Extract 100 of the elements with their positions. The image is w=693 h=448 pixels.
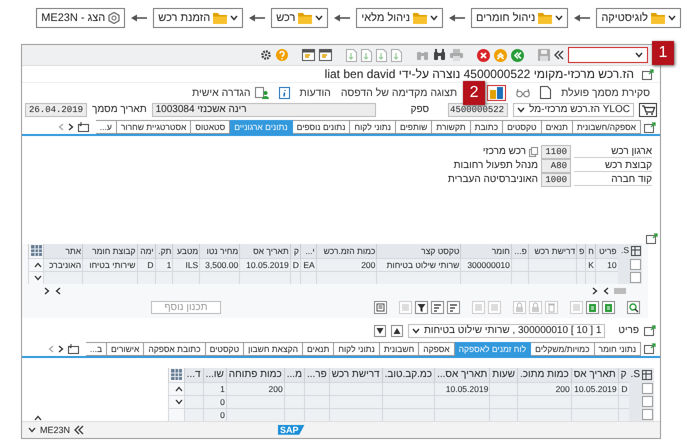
export-icon[interactable]	[586, 300, 599, 314]
tab-list-icon[interactable]	[68, 344, 79, 354]
sort-icon[interactable]	[447, 300, 460, 314]
row-selector[interactable]	[642, 396, 653, 408]
filter-icon[interactable]	[415, 300, 428, 314]
toolbar-button[interactable]: תצוגה מקדימה של הדפסה	[340, 86, 458, 99]
tab[interactable]: הקצאת חשבון	[244, 342, 304, 356]
column-header[interactable]: כמ.קב.טוב.	[382, 368, 435, 382]
column-header[interactable]: מ...	[284, 368, 304, 382]
shopping-cart-icon[interactable]	[639, 102, 657, 117]
expand-icon[interactable]	[644, 122, 656, 133]
tab[interactable]: אספקה/חשבונית	[572, 120, 641, 134]
row-selector[interactable]	[642, 408, 653, 420]
expand-icon[interactable]	[646, 232, 658, 244]
chevron-down-icon[interactable]	[28, 426, 36, 433]
tab[interactable]: כמויות/משקלים	[531, 342, 595, 356]
column-header[interactable]: ח	[586, 244, 596, 258]
tab[interactable]: חשבונית	[380, 342, 420, 356]
binoculars-icon[interactable]	[433, 49, 446, 62]
breadcrumb-item[interactable]: הזמנת רכש	[153, 8, 244, 28]
column-header[interactable]: פר...	[304, 368, 330, 382]
back-icon[interactable]	[511, 48, 524, 62]
export-icon[interactable]	[602, 300, 615, 314]
table-settings-icon[interactable]	[170, 369, 182, 380]
settings-icon[interactable]	[260, 49, 272, 62]
chevron-right-icon[interactable]	[58, 344, 64, 353]
column-header[interactable]: פ	[576, 244, 586, 258]
column-header[interactable]: ק	[290, 244, 300, 258]
date-field[interactable]: 26.04.2019	[25, 102, 88, 117]
toolbar-button[interactable]: סקירת מסמך פועלת	[561, 86, 650, 99]
tab[interactable]: אספקה	[419, 342, 455, 356]
column-icon[interactable]	[642, 370, 652, 380]
value-field[interactable]: 1100	[541, 144, 571, 159]
command-field[interactable]	[568, 47, 648, 64]
document-number-field[interactable]: 4500000522	[448, 102, 508, 117]
tab[interactable]: נתוני לקוח	[350, 120, 396, 134]
column-header[interactable]: מטבע	[172, 244, 200, 258]
column-header[interactable]: דרישת רכש	[528, 244, 577, 258]
chevron-right-icon[interactable]	[592, 286, 598, 295]
item-dropdown[interactable]: 1 [ 10 ] 300000010 , שרותי שילוט בטיחות	[408, 324, 606, 338]
double-chevron-icon[interactable]	[554, 50, 564, 60]
column-header[interactable]: קבוצת חומר	[82, 244, 137, 258]
tab[interactable]: שותפים	[396, 120, 432, 134]
chevron-down-icon[interactable]	[174, 398, 183, 405]
chevron-left-icon[interactable]	[55, 286, 61, 295]
value-field[interactable]: 1000	[541, 172, 571, 187]
tab[interactable]: אישורים	[107, 342, 144, 356]
chevron-up-icon[interactable]	[174, 386, 183, 392]
chevron-up-icon[interactable]	[34, 414, 42, 421]
breadcrumb-item[interactable]: ניהול חומרים	[471, 8, 568, 28]
double-chevron-icon[interactable]	[74, 424, 84, 435]
window-icon[interactable]	[302, 49, 315, 62]
magnifier-icon[interactable]	[627, 300, 640, 314]
triangle-down-icon[interactable]	[374, 324, 386, 337]
tab[interactable]: תקשורת	[432, 120, 471, 134]
chevron-left-icon[interactable]	[603, 286, 609, 295]
column-header[interactable]: כמות פתוחה	[226, 368, 284, 382]
toolbar-button[interactable]: הודעות	[300, 86, 331, 99]
column-header[interactable]: כמות הזמ.רכש	[316, 244, 377, 258]
scrollbar-icon[interactable]	[614, 288, 626, 294]
expand-icon[interactable]	[644, 325, 656, 336]
column-header[interactable]: כמות מתוכ.	[517, 368, 572, 382]
window-icon[interactable]	[319, 49, 332, 62]
chevron-right-icon[interactable]	[44, 286, 50, 295]
tab[interactable]: טקסטים	[206, 342, 244, 356]
column-header[interactable]: ק	[618, 368, 629, 382]
tab[interactable]: נתוני חומר	[594, 342, 641, 356]
glasses-icon[interactable]	[516, 88, 530, 98]
column-header[interactable]: פ...	[511, 244, 528, 258]
column-header[interactable]: ימה	[137, 244, 156, 258]
tab[interactable]: ב...	[86, 342, 108, 356]
tab[interactable]: כתובת	[470, 120, 504, 134]
column-header[interactable]: דרישת רכש	[329, 368, 382, 382]
column-header[interactable]: תאריך אס	[240, 244, 290, 258]
column-header[interactable]: שעות	[490, 368, 518, 382]
table-settings-icon[interactable]	[31, 245, 42, 256]
tab[interactable]: תנאים	[542, 120, 573, 134]
value-field[interactable]: A80	[541, 158, 571, 173]
tab[interactable]: כתובת אספקה	[144, 342, 206, 356]
tab[interactable]: נתונים נוספים	[292, 120, 350, 134]
column-header[interactable]: ד...	[184, 368, 204, 382]
chevron-down-icon[interactable]	[34, 274, 42, 281]
breadcrumb-item[interactable]: רכש	[271, 8, 328, 28]
tab[interactable]: ע...	[96, 120, 117, 134]
column-icon[interactable]	[631, 246, 641, 256]
vendor-field[interactable]: 1003084 רינה אשכנזי	[152, 102, 376, 117]
tab[interactable]: טקסטים	[503, 120, 542, 134]
info-icon[interactable]	[278, 86, 290, 99]
tab[interactable]: סטאטוס	[191, 120, 230, 134]
toolbar-button[interactable]: הגדרה אישית	[192, 86, 269, 99]
tab-list-icon[interactable]	[78, 122, 89, 132]
column-header[interactable]: תק.	[155, 244, 173, 258]
triangle-up-icon[interactable]	[391, 324, 404, 337]
document-type-dropdown[interactable]: YLOC הז.רכש מרכזי-מל	[513, 102, 634, 117]
column-header[interactable]: שו...	[203, 368, 226, 382]
column-header[interactable]: תאריך אס...	[434, 368, 490, 382]
breadcrumb-item[interactable]: הצג - ME23N	[36, 8, 126, 28]
tab[interactable]: נתוני לקוח	[334, 342, 380, 356]
column-header[interactable]: מחיר נטו	[200, 244, 240, 258]
column-header[interactable]: תאריך אס	[571, 368, 618, 382]
